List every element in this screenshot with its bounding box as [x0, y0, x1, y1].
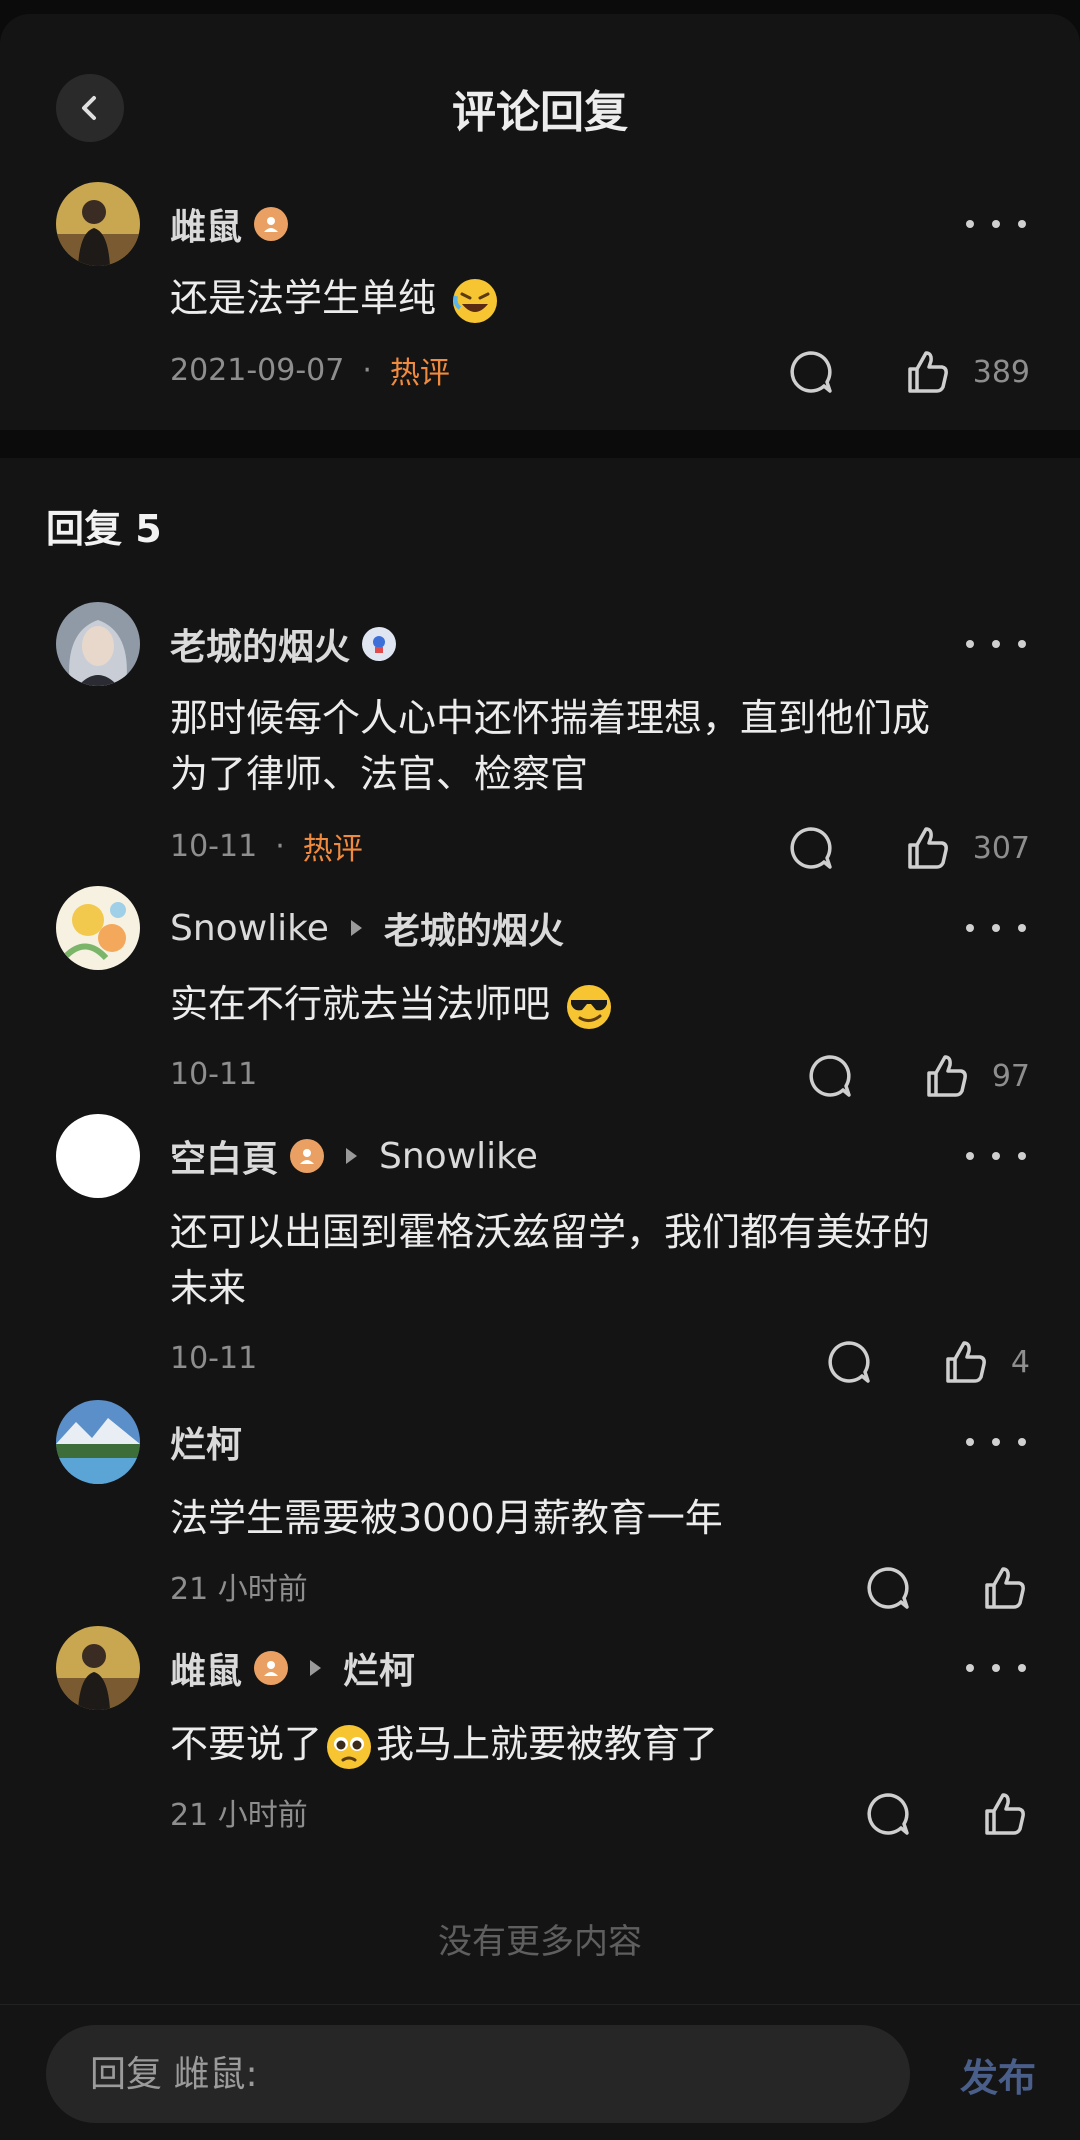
comment-date: 21 小时前 — [170, 1798, 308, 1833]
avatar[interactable] — [56, 602, 140, 686]
user-badge-icon — [254, 207, 289, 241]
author-name[interactable]: 雌鼠 — [170, 198, 242, 250]
user-badge-icon — [290, 1139, 325, 1173]
reply-bubble-icon[interactable] — [862, 1788, 914, 1840]
comment-content: 不要说了 我马上就要被教育了 — [170, 1716, 1030, 1772]
author-name[interactable]: 雌鼠 — [170, 1642, 242, 1694]
like-count: 4 — [1010, 1344, 1030, 1380]
reply-input-bar: 发布 — [0, 2004, 1080, 2140]
like-thumb-icon[interactable] — [920, 1050, 972, 1102]
sunglasses-emoji-icon — [567, 984, 612, 1029]
hot-tag: 热评 — [302, 832, 363, 867]
comment-date: 10-11 — [170, 828, 258, 864]
user-badge-icon — [254, 1651, 289, 1685]
author-name[interactable]: 老城的烟火 — [170, 618, 350, 670]
author-name[interactable]: 烂柯 — [170, 1416, 242, 1468]
avatar[interactable] — [56, 182, 140, 266]
more-options-icon[interactable] — [966, 918, 1026, 938]
comment-content: 那时候每个人心中还怀揣着理想，直到他们成 为了律师、法官、检察官 — [170, 696, 931, 796]
more-options-icon[interactable] — [966, 214, 1026, 234]
hot-tag: 热评 — [389, 356, 450, 391]
laughing-emoji-icon — [453, 278, 498, 323]
like-thumb-icon[interactable] — [901, 822, 953, 874]
section-divider — [0, 430, 1080, 458]
pleading-face-emoji-icon — [327, 1724, 372, 1769]
comment-reply-sheet: 评论回复 雌鼠 还是法学生单纯 2021-09-07 · 热评 389 回复 5… — [0, 14, 1080, 2140]
comment-date: 10-11 — [170, 1340, 258, 1376]
reply-bubble-icon[interactable] — [862, 1562, 914, 1614]
comment-content: 实在不行就去当法师吧 — [170, 976, 1030, 1032]
more-options-icon[interactable] — [966, 634, 1026, 654]
reply-bubble-icon[interactable] — [804, 1050, 856, 1102]
reply-to-name[interactable]: 烂柯 — [343, 1642, 415, 1694]
comment-content: 还是法学生单纯 — [170, 270, 1030, 326]
like-count: 389 — [972, 354, 1030, 390]
like-thumb-icon[interactable] — [978, 1788, 1030, 1840]
like-count: 97 — [991, 1058, 1030, 1094]
author-name[interactable]: Snowlike — [170, 908, 329, 949]
avatar[interactable] — [56, 1400, 140, 1484]
comment-content: 还可以出国到霍格沃兹留学，我们都有美好的 未来 — [170, 1210, 931, 1310]
reply-bubble-icon[interactable] — [823, 1336, 875, 1388]
page: 评论回复 雌鼠 还是法学生单纯 2021-09-07 · 热评 389 回复 5… — [0, 0, 1080, 2140]
no-more-content-label: 没有更多内容 — [438, 1922, 642, 1962]
more-options-icon[interactable] — [966, 1146, 1026, 1166]
publish-button[interactable]: 发布 — [960, 2047, 1036, 2102]
reply-to-name[interactable]: 老城的烟火 — [384, 902, 564, 954]
avatar[interactable] — [56, 1626, 140, 1710]
reply-arrow-icon — [350, 920, 362, 936]
reply-to-name[interactable]: Snowlike — [379, 1136, 538, 1177]
dot-separator: · — [275, 828, 285, 864]
reply-arrow-icon — [310, 1660, 322, 1676]
replies-count-header: 回复 5 — [46, 507, 162, 551]
comment-content: 法学生需要被3000月薪教育一年 — [170, 1496, 723, 1540]
comment-date: 10-11 — [170, 1056, 258, 1092]
reply-bubble-icon[interactable] — [785, 346, 837, 398]
like-count: 307 — [972, 830, 1030, 866]
like-thumb-icon[interactable] — [901, 346, 953, 398]
avatar[interactable] — [56, 1114, 140, 1198]
reply-input[interactable] — [46, 2025, 910, 2123]
comment-date: 21 小时前 — [170, 1572, 308, 1607]
author-name[interactable]: 空白頁 — [170, 1130, 278, 1182]
reply-arrow-icon — [346, 1148, 358, 1164]
user-badge-icon — [362, 627, 397, 661]
more-options-icon[interactable] — [966, 1658, 1026, 1678]
more-options-icon[interactable] — [966, 1432, 1026, 1452]
reply-bubble-icon[interactable] — [785, 822, 837, 874]
dot-separator: · — [362, 352, 372, 388]
comment-date: 2021-09-07 — [170, 352, 345, 388]
avatar[interactable] — [56, 886, 140, 970]
page-title: 评论回复 — [452, 87, 628, 138]
like-thumb-icon[interactable] — [939, 1336, 991, 1388]
like-thumb-icon[interactable] — [978, 1562, 1030, 1614]
